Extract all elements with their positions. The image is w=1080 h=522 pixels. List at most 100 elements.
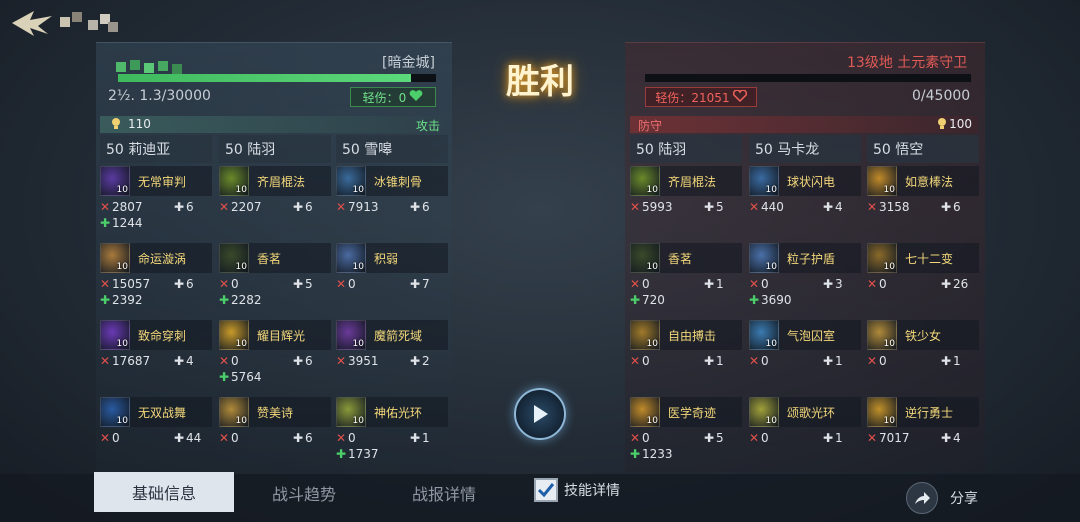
skill-icon: 10 [867, 397, 897, 427]
attacker-side-label: 攻击 [415, 119, 440, 133]
skill-triggers: 5 [716, 431, 724, 445]
skill-name: 七十二变 [905, 251, 954, 266]
skill-entry[interactable]: 10 积弱 ✕ 0 ✚ 7 [336, 243, 448, 292]
skill-entry[interactable]: 10 粒子护盾 ✕ 0 ✚ 3 ✚ 3690 [749, 243, 861, 308]
skill-entry[interactable]: 10 致命穿刺 ✕ 17687 ✚ 4 [100, 320, 212, 369]
skill-triggers: 4 [953, 431, 961, 445]
skill-title-row: 10 自由搏击 [630, 320, 742, 350]
kill-cross-icon: ✕ [749, 354, 760, 368]
skill-heal: 1737 [348, 447, 379, 461]
skill-level: 10 [116, 339, 128, 349]
check-icon [537, 483, 555, 498]
skill-title-row: 10 球状闪电 [749, 166, 861, 196]
skill-stats-row: ✕ 0 ✚ 1 [749, 430, 861, 446]
tab-battle-trend[interactable]: 战斗趋势 [234, 474, 374, 512]
skill-stats-row: ✕ 2207 ✚ 6 [219, 199, 331, 215]
skill-stats-row: ✕ 0 ✚ 1 [630, 276, 742, 292]
skill-triggers: 6 [305, 200, 313, 214]
skill-icon: 10 [100, 320, 130, 350]
skill-triggers: 1 [835, 431, 843, 445]
skill-title-row: 10 积弱 [336, 243, 448, 273]
skill-heal-row: ✚ 3690 [749, 292, 861, 308]
skill-entry[interactable]: 10 魔箭死域 ✕ 3951 ✚ 2 [336, 320, 448, 369]
skill-kills: 0 [642, 354, 650, 368]
skill-entry[interactable]: 10 冰锥刺骨 ✕ 7913 ✚ 6 [336, 166, 448, 215]
skill-icon: 10 [100, 243, 130, 273]
plus-icon: ✚ [410, 431, 421, 445]
skill-entry[interactable]: 10 颂歌光环 ✕ 0 ✚ 1 [749, 397, 861, 446]
skill-entry[interactable]: 10 气泡囚室 ✕ 0 ✚ 1 [749, 320, 861, 369]
skill-entry[interactable]: 10 齐眉棍法 ✕ 2207 ✚ 6 [219, 166, 331, 215]
kill-cross-icon: ✕ [100, 277, 111, 291]
share-arrow-icon [915, 492, 930, 504]
left-hero-column: 50 雪嗥 10 冰锥刺骨 ✕ 7913 ✚ 6 10 积弱 ✕ 0 ✚ 7 10 魔箭死域 ✕ 3951 ✚ 2 1… [336, 135, 448, 461]
kill-cross-icon: ✕ [336, 277, 347, 291]
skill-icon: 10 [630, 243, 660, 273]
skill-stats-row: ✕ 0 ✚ 6 [219, 353, 331, 369]
skill-triggers: 4 [186, 354, 194, 368]
back-button[interactable] [8, 6, 58, 40]
skill-kills: 0 [231, 354, 239, 368]
skill-name: 齐眉棍法 [668, 174, 717, 189]
skill-title-row: 10 命运漩涡 [100, 243, 212, 273]
hero-header: 50 陆羽 [630, 135, 742, 163]
hero-header: 50 陆羽 [219, 135, 331, 163]
skill-entry[interactable]: 10 七十二变 ✕ 0 ✚ 26 [867, 243, 979, 292]
skill-stats-row: ✕ 3158 ✚ 6 [867, 199, 979, 215]
skill-stats-row: ✕ 0 ✚ 7 [336, 276, 448, 292]
skill-entry[interactable]: 10 赞美诗 ✕ 0 ✚ 6 [219, 397, 331, 446]
skill-triggers: 1 [953, 354, 961, 368]
skill-entry[interactable]: 10 命运漩涡 ✕ 15057 ✚ 6 ✚ 2392 [100, 243, 212, 308]
skill-details-checkbox[interactable] [534, 478, 558, 502]
skill-entry[interactable]: 10 无双战舞 ✕ 0 ✚ 44 [100, 397, 212, 446]
skill-level: 10 [646, 262, 658, 272]
skill-name: 粒子护盾 [787, 251, 836, 266]
share-button[interactable]: 分享 [906, 482, 978, 514]
skill-triggers: 44 [186, 431, 202, 445]
defender-side-count: 100 [949, 117, 972, 131]
skill-entry[interactable]: 10 香茗 ✕ 0 ✚ 5 ✚ 2282 [219, 243, 331, 308]
skill-entry[interactable]: 10 神佑光环 ✕ 0 ✚ 1 ✚ 1737 [336, 397, 448, 462]
skill-entry[interactable]: 10 铁少女 ✕ 0 ✚ 1 [867, 320, 979, 369]
skill-details-label: 技能详情 [564, 483, 620, 499]
heal-plus-icon: ✚ [630, 447, 641, 461]
skill-icon: 10 [219, 320, 249, 350]
kill-cross-icon: ✕ [630, 277, 641, 291]
replay-button[interactable] [514, 388, 566, 440]
skill-entry[interactable]: 10 逆行勇士 ✕ 7017 ✚ 4 [867, 397, 979, 446]
skill-kills: 0 [231, 277, 239, 291]
defender-side-row: 防守 100 [630, 116, 978, 133]
kill-cross-icon: ✕ [100, 200, 111, 214]
skill-name: 无常审判 [138, 174, 187, 189]
tab-report-details[interactable]: 战报详情 [374, 474, 514, 512]
skill-details-toggle[interactable]: 技能详情 [534, 478, 620, 502]
skill-entry[interactable]: 10 医学奇迹 ✕ 0 ✚ 5 ✚ 1233 [630, 397, 742, 462]
plus-icon: ✚ [410, 354, 421, 368]
skill-name: 自由搏击 [668, 328, 717, 343]
skill-entry[interactable]: 10 香茗 ✕ 0 ✚ 1 ✚ 720 [630, 243, 742, 308]
kill-cross-icon: ✕ [749, 431, 760, 445]
skill-entry[interactable]: 10 自由搏击 ✕ 0 ✚ 1 [630, 320, 742, 369]
skill-kills: 0 [879, 277, 887, 291]
plus-icon: ✚ [941, 431, 952, 445]
skill-entry[interactable]: 10 耀目辉光 ✕ 0 ✚ 6 ✚ 5764 [219, 320, 331, 385]
enemy-title: 13级地 土元素守卫 [847, 55, 968, 71]
skill-heal-row: ✚ 2282 [219, 292, 331, 308]
skill-heal: 1244 [112, 216, 143, 230]
plus-icon: ✚ [941, 200, 952, 214]
skill-entry[interactable]: 10 齐眉棍法 ✕ 5993 ✚ 5 [630, 166, 742, 215]
skill-entry[interactable]: 10 如意棒法 ✕ 3158 ✚ 6 [867, 166, 979, 215]
tab-basic-info[interactable]: 基础信息 [94, 472, 234, 512]
skill-kills: 0 [348, 431, 356, 445]
skill-entry[interactable]: 10 球状闪电 ✕ 440 ✚ 4 [749, 166, 861, 215]
skill-kills: 15057 [112, 277, 151, 291]
skill-level: 10 [116, 416, 128, 426]
heal-plus-icon: ✚ [630, 293, 641, 307]
skill-name: 齐眉棍法 [257, 174, 306, 189]
skill-title-row: 10 医学奇迹 [630, 397, 742, 427]
skill-level: 10 [116, 185, 128, 195]
skill-stats-row: ✕ 3951 ✚ 2 [336, 353, 448, 369]
skill-level: 10 [765, 416, 777, 426]
lightbulb-icon [936, 117, 948, 134]
skill-entry[interactable]: 10 无常审判 ✕ 2807 ✚ 6 ✚ 1244 [100, 166, 212, 231]
